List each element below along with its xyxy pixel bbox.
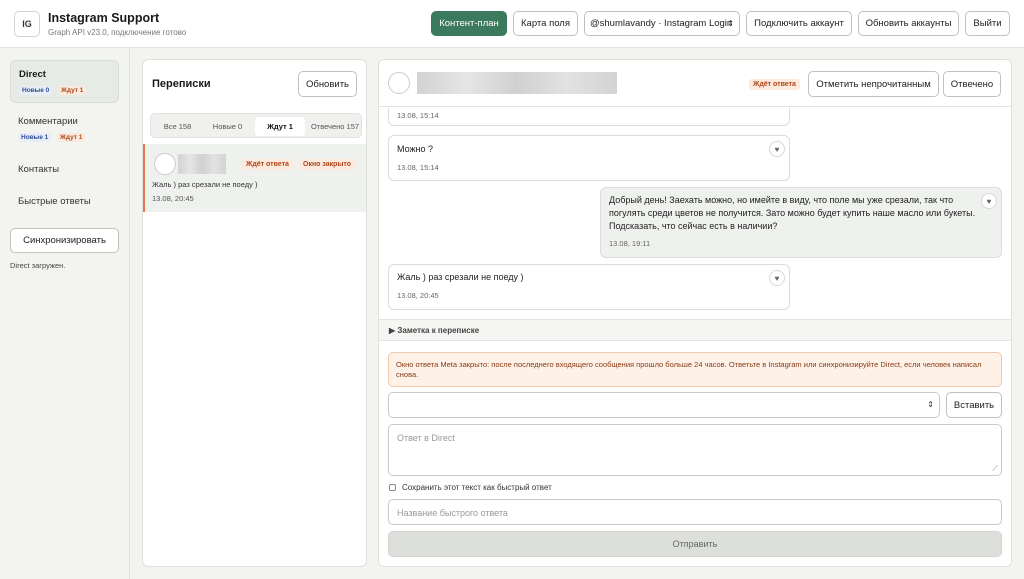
heart-icon[interactable]: ♥ — [769, 270, 785, 286]
status-badge-waiting: Ждёт ответа — [749, 79, 800, 90]
sidebar-item-label: Direct — [19, 69, 46, 80]
conversation-list-item[interactable]: Ждёт ответа Окно закрыто Жаль ) раз срез… — [143, 144, 366, 212]
select-arrows-icon: ⇕ — [927, 400, 934, 409]
select-arrows-icon: ⇕ — [727, 19, 734, 28]
sidebar-item-label: Комментарии — [18, 116, 78, 127]
message-bubble-outgoing: Добрый день! Заехать можно, но имейте в … — [600, 187, 1002, 258]
mark-unread-button[interactable]: Отметить непрочитанным — [808, 71, 939, 97]
sidebar-item-label: Контакты — [18, 164, 60, 175]
warning-text: Окно ответа Meta закрыто: после последне… — [396, 360, 982, 379]
heart-icon[interactable]: ♥ — [981, 193, 997, 209]
mark-answered-button[interactable]: Отвечено — [943, 71, 1001, 97]
save-quick-reply-checkbox[interactable] — [389, 484, 396, 491]
status-badge-waiting: Ждёт ответа — [242, 159, 293, 170]
blurred-username — [417, 72, 617, 94]
message-text: Жаль ) раз срезали не поеду ) — [397, 272, 524, 282]
message-time: 13.08, 20:45 — [152, 194, 194, 203]
refresh-conversations-button[interactable]: Обновить — [298, 71, 357, 97]
message-bubble: 13.08, 15:14 — [388, 108, 790, 126]
sync-status: Direct загружен. — [10, 261, 66, 270]
quick-reply-name-input[interactable]: Название быстрого ответа — [388, 499, 1002, 525]
new-badge: Новые 1 — [18, 133, 52, 142]
note-toggle[interactable]: ▶ Заметка к переписке — [389, 326, 479, 335]
avatar — [154, 153, 176, 175]
tab-waiting[interactable]: Ждут 1 — [255, 117, 305, 136]
messages-area[interactable]: 13.08, 15:14 Можно ? 13.08, 15:14 ♥ Добр… — [379, 108, 1011, 319]
save-quick-reply-label: Сохранить этот текст как быстрый ответ — [402, 483, 552, 492]
app-subtitle: Graph API v23.0, подключение готово — [48, 28, 187, 37]
reply-window-warning: Окно ответа Meta закрыто: после последне… — [388, 352, 1002, 387]
message-time: 13.08, 15:14 — [397, 111, 439, 120]
insert-button[interactable]: Вставить — [946, 392, 1002, 418]
message-time: 13.08, 19:11 — [609, 239, 651, 248]
wait-badge: Ждут 1 — [58, 86, 87, 95]
message-time: 13.08, 15:14 — [397, 163, 439, 172]
field-map-button[interactable]: Карта поля — [513, 11, 578, 36]
sidebar-item-quick-replies[interactable]: Быстрые ответы — [10, 190, 119, 212]
account-select[interactable]: @shumlavandy · Instagram Login ⇕ — [584, 11, 740, 36]
sidebar-item-label: Быстрые ответы — [18, 196, 91, 207]
tab-new[interactable]: Новые 0 — [204, 117, 251, 136]
conversation-filter-tabs: Все 158 Новые 0 Ждут 1 Отвечено 157 — [150, 113, 362, 138]
reply-placeholder: Ответ в Direct — [397, 433, 455, 443]
message-text: Добрый день! Заехать можно, но имейте в … — [609, 195, 976, 231]
sidebar-item-contacts[interactable]: Контакты — [10, 158, 119, 180]
reply-textarea[interactable]: Ответ в Direct ⟋ — [388, 424, 1002, 476]
message-preview: Жаль ) раз срезали не поеду ) — [152, 180, 258, 189]
avatar — [388, 72, 410, 94]
connect-account-button[interactable]: Подключить аккаунт — [746, 11, 852, 36]
status-badge-window-closed: Окно закрыто — [299, 159, 356, 170]
logout-button[interactable]: Выйти — [965, 11, 1010, 36]
quick-reply-select[interactable]: ⇕ — [388, 392, 940, 418]
new-badge: Новые 0 — [19, 86, 53, 95]
sidebar-item-direct[interactable]: Direct Новые 0 Ждут 1 — [10, 60, 119, 103]
account-select-value: @shumlavandy · Instagram Login — [590, 18, 733, 29]
quick-reply-name-placeholder: Название быстрого ответа — [397, 508, 508, 518]
resize-handle-icon[interactable]: ⟋ — [992, 464, 998, 474]
message-time: 13.08, 20:45 — [397, 291, 439, 300]
refresh-accounts-button[interactable]: Обновить аккаунты — [858, 11, 959, 36]
sync-button[interactable]: Синхронизировать — [10, 228, 119, 253]
message-text: Можно ? — [397, 144, 434, 154]
conversations-title: Переписки — [152, 78, 211, 90]
wait-badge: Ждут 1 — [57, 133, 86, 142]
heart-icon[interactable]: ♥ — [769, 141, 785, 157]
tab-answered[interactable]: Отвечено 157 — [308, 117, 362, 136]
blurred-username — [178, 154, 226, 174]
sidebar-item-comments[interactable]: Комментарии Новые 1 Ждут 1 — [10, 110, 119, 148]
message-bubble: Можно ? 13.08, 15:14 ♥ — [388, 135, 790, 181]
content-plan-button[interactable]: Контент-план — [431, 11, 507, 36]
tab-all[interactable]: Все 158 — [154, 117, 201, 136]
app-logo: IG — [14, 11, 40, 37]
app-title: Instagram Support — [48, 11, 160, 25]
message-bubble: Жаль ) раз срезали не поеду ) 13.08, 20:… — [388, 264, 790, 310]
send-button[interactable]: Отправить — [388, 531, 1002, 557]
